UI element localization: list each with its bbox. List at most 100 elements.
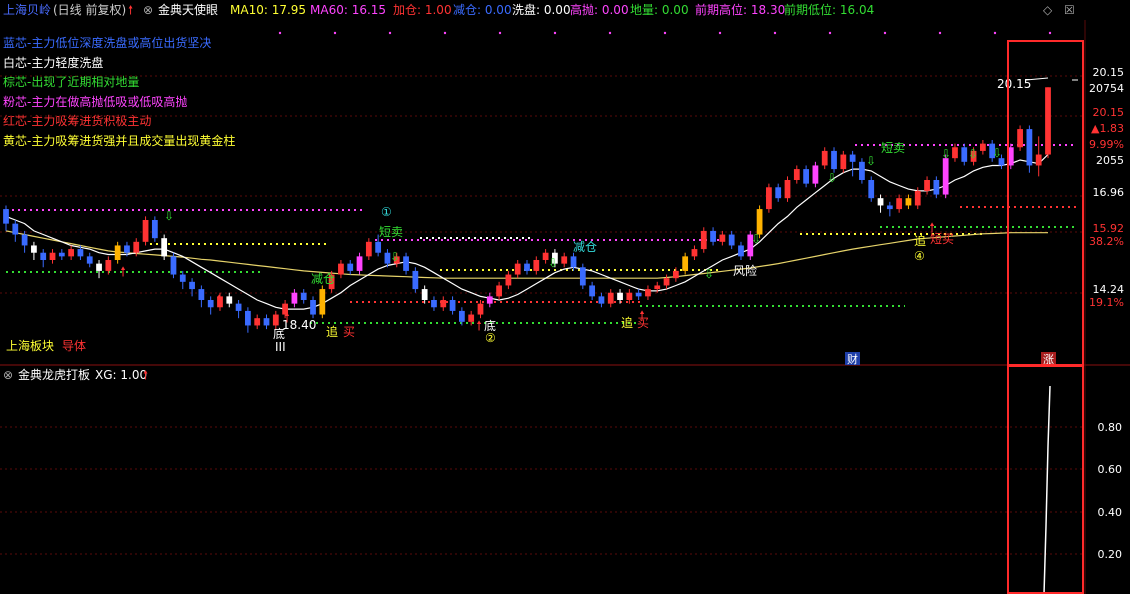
duanmai-label: 短卖 [379, 225, 403, 239]
candle-body [96, 263, 102, 271]
candle-body [245, 310, 251, 326]
candle-body [579, 267, 586, 286]
period-label[interactable]: (日线 前复权) [53, 0, 126, 20]
top-marker-dot [828, 31, 832, 35]
duanmai-label: 短卖 [881, 141, 905, 155]
top-marker-dot [938, 31, 942, 35]
top-marker-dot [388, 31, 392, 35]
up-arrow-icon: 🠕 [639, 309, 645, 324]
main-chart: 20.15 20754 20.15 ▲1.83 9.99% 2055 16.96 15.923… [0, 20, 1130, 366]
candle-body [198, 289, 205, 300]
candle-body [803, 169, 809, 184]
qianqi-gao-label: 前期高位: 18.30 [695, 3, 786, 17]
sub-axis-label: 0.60 [1098, 463, 1123, 476]
candle-body [831, 150, 837, 170]
candle-body [849, 154, 856, 162]
candle-body [654, 285, 661, 290]
candle-body [924, 180, 930, 191]
candle-body [263, 318, 270, 326]
candle-body [933, 180, 940, 195]
candle-body [142, 220, 149, 242]
jiancang-label: 减仓 [573, 240, 597, 254]
chart-header: 上海贝岭 (日线 前复权) 🠕 ⊗ 金典天使眼 MA10: 17.95 MA60… [0, 0, 1130, 20]
candle-body [365, 241, 372, 257]
candle-body [635, 292, 642, 297]
indicator-name[interactable]: 金典天使眼 [158, 0, 218, 20]
candle-body [77, 249, 84, 257]
sub-toggle-icon[interactable]: ⊗ [3, 366, 13, 384]
candle-body [775, 187, 782, 199]
candle-body [942, 158, 949, 195]
candle-body [151, 220, 158, 239]
candle-body [356, 256, 363, 271]
candle-body [114, 245, 121, 260]
right-axis-label: 38.2% [1089, 235, 1124, 248]
candle-body [859, 161, 865, 180]
close-box-icon[interactable]: ☒ [1064, 0, 1075, 20]
zhui-label: 追 [914, 233, 926, 248]
right-axis-label: ▲1.83 [1091, 122, 1124, 135]
up-arrow-icon: 🠕 [284, 311, 290, 326]
jiacang-label: 加仓: 1.00 [393, 3, 452, 17]
ma10-label: MA10: 17.95 [230, 3, 307, 17]
candle-body [626, 292, 633, 300]
candle-body [533, 260, 540, 271]
candle-body [375, 241, 382, 253]
candle-body [49, 252, 56, 260]
top-marker-dot [993, 31, 997, 35]
candle-body [914, 190, 921, 206]
top-marker-dot [608, 31, 612, 35]
down-arrow-icon: ⇩ [827, 171, 837, 185]
jiancang-label: 减仓 [311, 272, 335, 286]
candle-body [458, 310, 465, 322]
candle-body [672, 270, 679, 279]
candle-body [645, 289, 651, 297]
candle-body [347, 263, 354, 271]
candle-body [319, 289, 326, 315]
candle-body [617, 292, 623, 300]
sub-chart: 0.80 0.60 0.40 0.20 [0, 366, 1123, 594]
zhui-label: 追 [326, 324, 338, 339]
right-axis-label: 2055 [1096, 154, 1124, 167]
right-axis-label: 20.15 [1093, 66, 1125, 79]
right-axis-label: 19.1% [1089, 296, 1124, 309]
candle-body [607, 292, 614, 304]
down-arrow-icon: ⇩ [390, 250, 400, 264]
candle-body [161, 238, 168, 257]
candle-body [514, 263, 521, 275]
candle-body [719, 234, 726, 242]
candle-body [766, 187, 772, 210]
candle-body [40, 252, 47, 260]
up-arrow-icon: 🠕 [128, 3, 134, 17]
down-arrow-icon: ⇩ [941, 147, 951, 161]
candle-body [821, 150, 828, 166]
candle-body [86, 256, 93, 264]
up-arrow-icon: 🠕 [929, 221, 935, 236]
right-axis-label: 14.24 [1093, 283, 1125, 296]
candle-body [728, 234, 735, 246]
circle-num-label: ① [381, 205, 392, 219]
diamond-icon[interactable]: ◇ [1043, 0, 1052, 20]
right-axis-label: 9.99% [1089, 138, 1124, 151]
stock-name[interactable]: 上海贝岭 [3, 0, 51, 20]
candle-body [207, 300, 214, 308]
circle-num-label: ② [485, 331, 496, 345]
down-arrow-icon: ⇩ [704, 267, 714, 281]
candle-body [561, 256, 568, 264]
indicator-toggle-icon[interactable]: ⊗ [143, 0, 153, 20]
candle-body [254, 318, 261, 326]
candle-body [905, 198, 912, 206]
candle-body [421, 289, 428, 300]
sub-axis-label: 0.40 [1098, 506, 1123, 519]
top-marker-dot [443, 31, 447, 35]
down-arrow-icon: ⇩ [968, 147, 978, 161]
candle-body [793, 169, 800, 180]
top-marker-dot [1048, 31, 1052, 35]
candle-body [496, 285, 502, 297]
candle-body [979, 143, 986, 151]
sub-indicator-name[interactable]: 金典龙虎打板 [18, 366, 90, 384]
down-arrow-icon: ⇩ [548, 256, 558, 270]
candle-body [403, 256, 409, 271]
xipan-label: 洗盘: 0.00 [512, 3, 571, 17]
sector-label: 上海板块 [6, 338, 54, 353]
